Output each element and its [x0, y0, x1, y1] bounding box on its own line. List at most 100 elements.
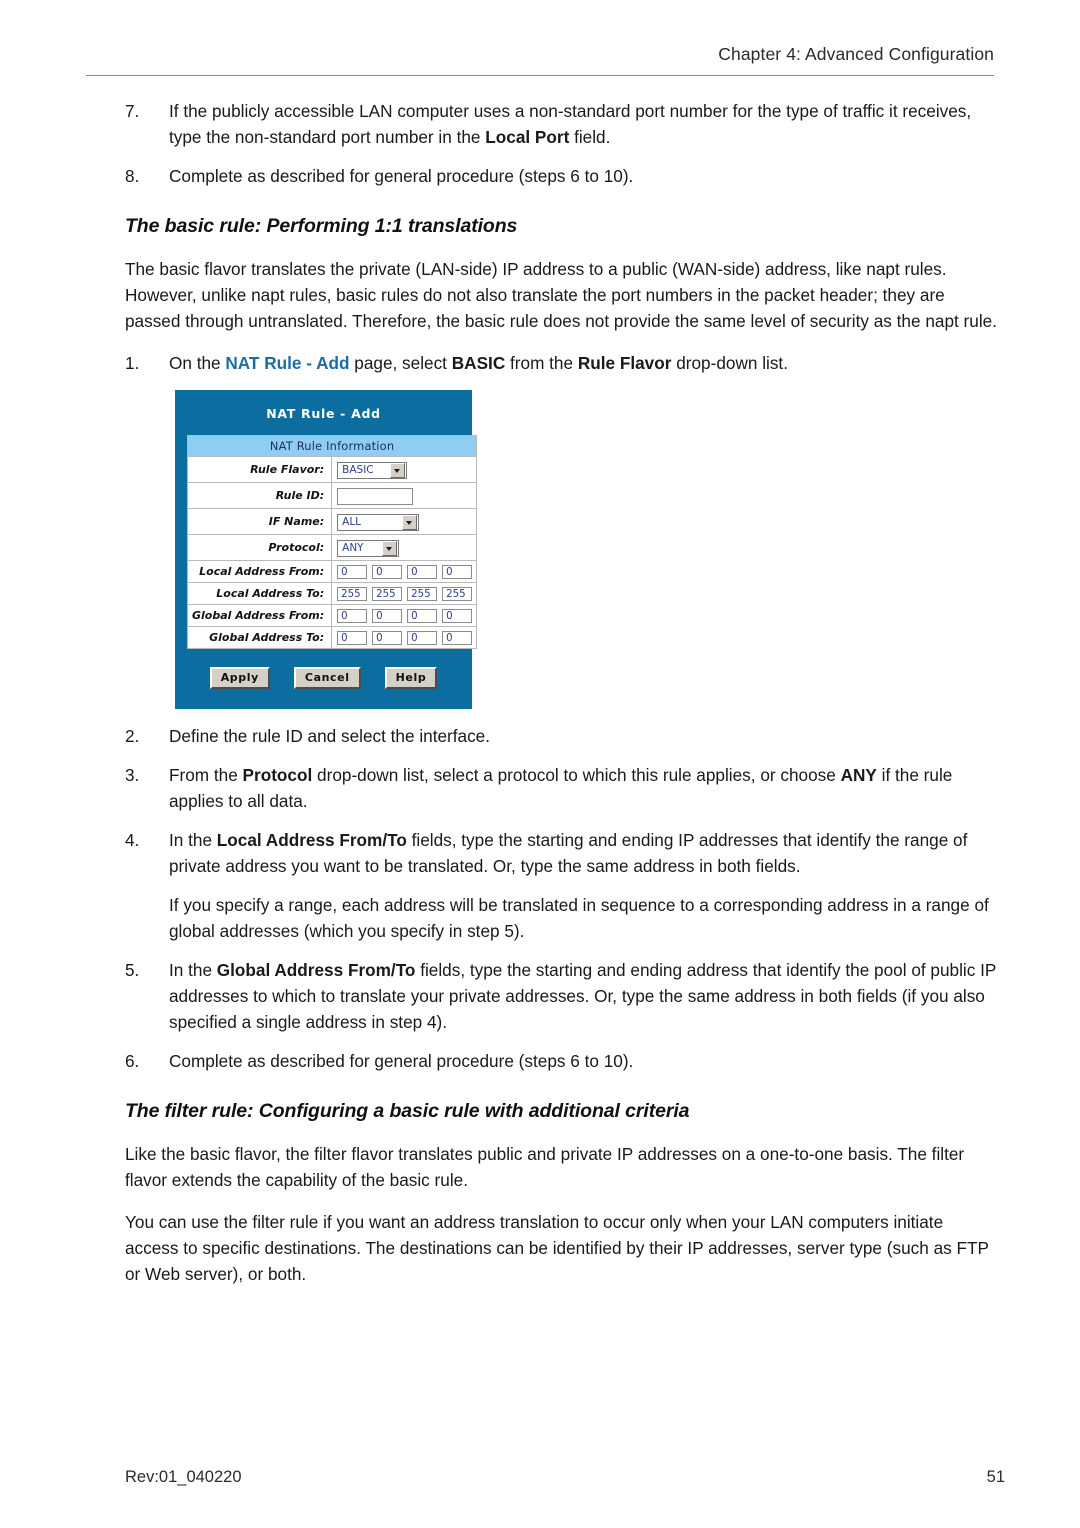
nat-ip-octet-input[interactable]: 0	[372, 608, 403, 623]
body-text: In the	[169, 830, 217, 850]
body-text: In the	[169, 960, 217, 980]
apply-button[interactable]: Apply	[209, 667, 270, 689]
nat-ip-octet-input[interactable]: 0	[407, 630, 438, 645]
nat-dialog-title: NAT Rule - Add	[266, 406, 381, 421]
nat-ip-octet-group: 0000	[337, 630, 473, 645]
steps-tail-list: 5. In the Global Address From/To fields, …	[125, 957, 997, 1074]
body-text: drop-down list, select a protocol to whi…	[312, 765, 841, 785]
nat-ip-octet-input[interactable]: 0	[442, 564, 473, 579]
nat-field-row: Rule ID:	[186, 482, 478, 509]
step-text: If the publicly accessible LAN computer …	[169, 98, 997, 150]
step-number: 4.	[125, 830, 140, 850]
step-4-note: If you specify a range, each address wil…	[169, 895, 989, 941]
nat-field-label: Local Address From:	[186, 560, 333, 583]
nat-field-row: Global Address To: 0 0 0 0	[186, 626, 478, 649]
nat-ip-octet-input[interactable]: 0	[442, 608, 473, 623]
nat-field-row: Global Address From: 0 0 0 0	[186, 604, 478, 627]
step-number: 6.	[125, 1051, 140, 1071]
nat-dialog-button-row: Apply Cancel Help	[175, 649, 472, 709]
nat-field-control-cell: 0000	[331, 626, 478, 649]
body-text: Define the rule ID and select the interf…	[169, 726, 491, 746]
emphasis-text: Local Address From/To	[216, 830, 407, 850]
chevron-down-icon	[402, 515, 418, 530]
nat-ip-octet-group: 0000	[337, 564, 473, 579]
nat-field-control-cell: ANY	[331, 534, 478, 561]
nat-ip-octet-input[interactable]: 0	[407, 608, 438, 623]
basic-rule-intro-paragraph: The basic flavor translates the private …	[125, 259, 997, 331]
nat-ip-octet-input[interactable]: 255	[337, 586, 368, 601]
nat-dropdown[interactable]: ALL	[337, 514, 420, 531]
steps-after-list: 2. Define the rule ID and select the inte…	[125, 723, 997, 879]
numbered-step: 3. From the Protocol drop-down list, sele…	[125, 762, 997, 814]
nat-field-control-cell: 0000	[331, 560, 478, 583]
nat-field-row: IF Name: ALL	[186, 508, 478, 535]
step-text: Complete as described for general proced…	[169, 163, 997, 189]
nat-dropdown[interactable]: ANY	[337, 540, 400, 557]
emphasis-text: Global Address From/To	[216, 960, 416, 980]
nat-dropdown-value: ALL	[342, 516, 362, 528]
step-text: Define the rule ID and select the interf…	[169, 723, 997, 749]
section-heading-filter-rule: The filter rule: Configuring a basic rul…	[125, 1100, 690, 1122]
nat-text-input[interactable]	[337, 488, 414, 505]
numbered-step: 6. Complete as described for general proc…	[125, 1048, 997, 1074]
step-text: Complete as described for general proced…	[169, 1048, 997, 1074]
nat-dropdown[interactable]: BASIC	[337, 462, 408, 479]
nat-field-label: Protocol:	[186, 534, 333, 561]
nat-ip-octet-group: 255 255 255 255	[337, 586, 473, 601]
body-text: field.	[569, 127, 611, 147]
steps-top-list: 7. If the publicly accessible LAN compute…	[125, 98, 997, 189]
step-text: In the Global Address From/To fields, ty…	[169, 957, 997, 1035]
nat-ip-octet-input[interactable]: 255	[372, 586, 403, 601]
emphasis-text: BASIC	[451, 353, 506, 373]
step-number: 1.	[125, 353, 140, 373]
body-text: page, select	[349, 353, 452, 373]
chevron-down-icon	[390, 463, 406, 478]
help-button[interactable]: Help	[384, 667, 438, 689]
nat-rule-add-dialog: NAT Rule - Add NAT Rule Information Rule…	[175, 390, 478, 709]
nat-field-label: Local Address To:	[186, 582, 333, 605]
nat-field-control-cell: ALL	[331, 508, 478, 535]
emphasis-text: Protocol	[242, 765, 313, 785]
nat-field-control-cell: BASIC	[331, 456, 478, 483]
nat-field-control-cell: 255 255 255 255	[331, 582, 478, 605]
nat-field-control-cell: 0000	[331, 604, 478, 627]
nat-field-row: Protocol: ANY	[186, 534, 478, 561]
nat-field-row: Rule Flavor: BASIC	[186, 456, 478, 483]
numbered-step: 8. Complete as described for general proc…	[125, 163, 997, 189]
header-divider	[86, 75, 994, 76]
nat-field-row: Local Address From: 0 0 0 0	[186, 560, 478, 583]
nat-ip-octet-input[interactable]: 0	[337, 630, 368, 645]
nat-ip-octet-input[interactable]: 0	[337, 564, 368, 579]
nat-ip-octet-input[interactable]: 255	[442, 586, 473, 601]
step-number: 7.	[125, 101, 140, 121]
nat-field-label: IF Name:	[186, 508, 333, 535]
nat-ip-octet-input[interactable]: 255	[407, 586, 438, 601]
footer-page-number: 51	[986, 1468, 1005, 1486]
nat-ip-octet-input[interactable]: 0	[372, 564, 403, 579]
nat-field-control-cell	[331, 482, 478, 509]
nat-ip-octet-input[interactable]: 0	[442, 630, 473, 645]
nat-rule-add-link[interactable]: NAT Rule - Add	[225, 353, 349, 373]
body-text: Complete as described for general proced…	[169, 1051, 634, 1071]
step-text: From the Protocol drop-down list, select…	[169, 762, 997, 814]
nat-field-label: Rule Flavor:	[186, 456, 333, 483]
step-number: 8.	[125, 166, 140, 186]
nat-field-label: Rule ID:	[186, 482, 333, 509]
body-text: from the	[505, 353, 578, 373]
numbered-step: 4. In the Local Address From/To fields, t…	[125, 827, 997, 879]
nat-field-label: Global Address From:	[186, 604, 333, 627]
numbered-step: 2. Define the rule ID and select the inte…	[125, 723, 997, 749]
emphasis-text: ANY	[840, 765, 877, 785]
nat-ip-octet-input[interactable]: 0	[372, 630, 403, 645]
body-text: From the	[169, 765, 243, 785]
numbered-step: 1. On the NAT Rule - Add page, select BAS…	[125, 350, 997, 376]
body-text: Complete as described for general proced…	[169, 166, 634, 186]
nat-field-row: Local Address To: 255 255 255 255	[186, 582, 478, 605]
step-number: 2.	[125, 726, 140, 746]
step-text: In the Local Address From/To fields, typ…	[169, 827, 997, 879]
nat-ip-octet-input[interactable]: 0	[337, 608, 368, 623]
nat-rule-add-screenshot-wrapper: NAT Rule - Add NAT Rule Information Rule…	[175, 390, 997, 709]
page-header-chapter: Chapter 4: Advanced Configuration	[718, 44, 994, 64]
nat-ip-octet-input[interactable]: 0	[407, 564, 438, 579]
cancel-button[interactable]: Cancel	[293, 667, 361, 689]
